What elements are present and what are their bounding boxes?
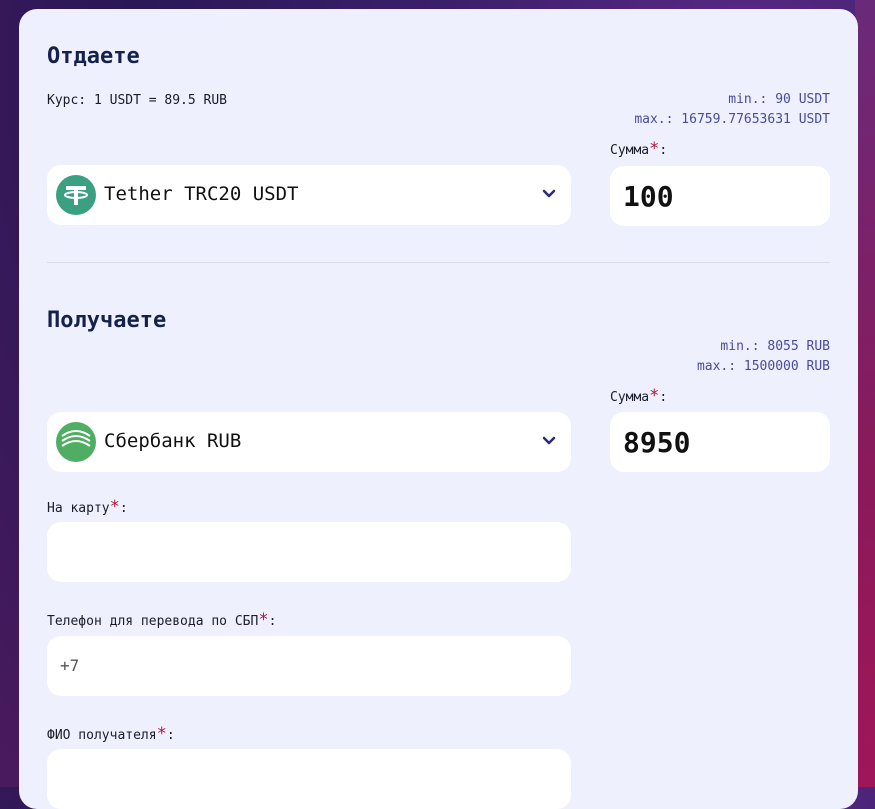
give-amount-label: Сумма*: [610,139,668,159]
background-edge [855,0,875,787]
sbp-phone-value: +7 [60,656,80,675]
receive-amount-value: 8950 [623,426,691,459]
sbp-phone-label: Телефон для перевода по СБП*: [47,610,277,630]
chevron-down-icon [542,436,556,445]
give-min-limit: min.: 90 USDT [728,92,830,107]
give-currency-name: Tether TRC20 USDT [104,183,299,205]
give-amount-input[interactable]: 100 [610,166,830,226]
receive-max-limit: max.: 1500000 RUB [696,359,830,374]
exchange-rate-text: Курс: 1 USDT = 89.5 RUB [47,93,228,108]
give-currency-select[interactable]: Tether TRC20 USDT [47,165,571,225]
receive-amount-label: Сумма*: [610,386,668,406]
section-divider [47,262,830,263]
card-number-label: На карту*: [47,497,128,517]
receive-amount-input[interactable]: 8950 [610,412,830,472]
tether-icon [56,175,96,215]
required-asterisk: * [156,724,167,744]
recipient-name-label: ФИО получателя*: [47,724,175,744]
sberbank-icon [56,422,96,462]
receive-limits: min.: 8055 RUB max.: 1500000 RUB [697,337,830,377]
required-asterisk: * [649,139,660,159]
receive-section-title: Получаете [47,308,167,333]
receive-currency-name: Сбербанк RUB [104,430,242,452]
receive-min-limit: min.: 8055 RUB [720,339,830,354]
sbp-phone-input[interactable]: +7 [47,636,571,696]
recipient-name-input[interactable] [47,749,571,809]
card-number-input[interactable] [47,522,571,582]
receive-currency-select[interactable]: Сбербанк RUB [47,412,571,472]
give-max-limit: max.: 16759.77653631 USDT [634,112,830,127]
give-limits: min.: 90 USDT max.: 16759.77653631 USDT [634,90,830,130]
required-asterisk: * [109,497,120,517]
exchange-form-card: Отдаете Курс: 1 USDT = 89.5 RUB min.: 90… [19,9,858,809]
chevron-down-icon [542,189,556,198]
required-asterisk: * [258,610,269,630]
required-asterisk: * [649,386,660,406]
give-amount-value: 100 [623,180,674,213]
give-section-title: Отдаете [47,44,140,69]
